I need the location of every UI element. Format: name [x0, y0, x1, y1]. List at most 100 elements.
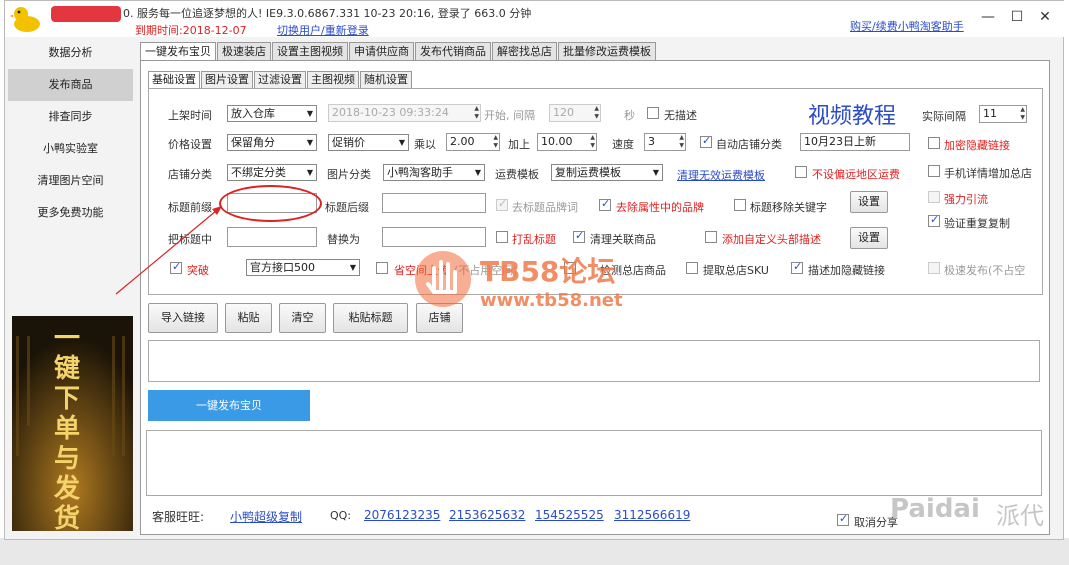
remove-brand-words-label: 去标题品牌词 — [512, 201, 578, 214]
multiply-input[interactable]: 2.00 — [446, 133, 500, 151]
clear-invalid-template-link[interactable]: 清理无效运费模板 — [677, 167, 765, 183]
auto-category-input[interactable]: 10月23日上新 — [800, 133, 910, 151]
promo-banner[interactable]: 一键下单与发货 — [12, 316, 133, 531]
header-settings-button[interactable]: 设置 — [850, 227, 888, 249]
fetch-sku-label: 提取总店SKU — [703, 264, 769, 277]
sidebar-item-clean-images[interactable]: 清理图片空间 — [8, 165, 133, 197]
sidebar-item-data-analysis[interactable]: 数据分析 — [8, 37, 133, 69]
paidai-watermark: Paidai — [890, 494, 980, 524]
replace-with-input[interactable] — [382, 227, 486, 247]
switch-user-link[interactable]: 切换用户/重新登录 — [277, 22, 369, 38]
listing-time-select[interactable]: 放入仓库 — [227, 105, 317, 122]
no-desc-checkbox[interactable] — [647, 107, 659, 119]
clear-button[interactable]: 清空 — [279, 303, 326, 333]
encrypt-link-checkbox[interactable] — [928, 137, 940, 149]
annotation-arrow-icon — [115, 205, 223, 295]
one-click-publish-button[interactable]: 一键发布宝贝 — [148, 390, 310, 421]
tab-fast-shop[interactable]: 极速装店 — [217, 42, 271, 61]
cancel-share-checkbox[interactable] — [837, 512, 849, 526]
subtab-random[interactable]: 随机设置 — [360, 71, 412, 89]
shipping-template-label: 运费模板 — [495, 168, 539, 181]
tab-apply-supplier[interactable]: 申请供应商 — [349, 42, 414, 61]
paidai-cn-watermark: 派代 — [996, 502, 1044, 530]
redacted-username — [51, 6, 121, 22]
remove-keywords-checkbox[interactable] — [734, 199, 746, 211]
subtab-video[interactable]: 主图视频 — [307, 71, 359, 89]
buy-renew-link[interactable]: 购买/续费小鸭淘客助手 — [850, 18, 964, 34]
tab-decrypt-shop[interactable]: 解密找总店 — [492, 42, 557, 61]
real-interval-input[interactable]: 11 — [979, 105, 1027, 123]
tab-one-click-publish[interactable]: 一键发布宝贝 — [140, 42, 216, 61]
shop-category-select[interactable]: 不绑定分类 — [227, 164, 317, 181]
tb58-hand-icon — [415, 251, 471, 307]
qq-number-1[interactable]: 2076123235 — [364, 508, 440, 522]
speed-input[interactable]: 3 — [644, 133, 686, 151]
tab-main-video[interactable]: 设置主图视频 — [272, 42, 348, 61]
service-link[interactable]: 小鸭超级复制 — [230, 508, 302, 525]
datetime-input[interactable]: 2018-10-23 09:33:24 — [328, 104, 481, 122]
shipping-template-select[interactable]: 复制运费模板 — [551, 164, 663, 181]
title-suffix-input[interactable] — [382, 193, 486, 213]
interval-input[interactable]: 120 — [549, 104, 601, 122]
close-button[interactable]: ✕ — [1037, 9, 1053, 25]
image-category-label: 图片分类 — [327, 168, 371, 181]
sub-tabs: 基础设置 图片设置 过滤设置 主图视频 随机设置 — [148, 71, 413, 89]
auto-category-checkbox[interactable] — [700, 134, 712, 148]
subtab-basic[interactable]: 基础设置 — [148, 71, 200, 89]
maximize-button[interactable]: ☐ — [1009, 9, 1025, 25]
link-input-area[interactable] — [148, 340, 1040, 382]
shop-category-label: 店铺分类 — [168, 168, 212, 181]
remove-brand-words-checkbox[interactable] — [496, 197, 508, 211]
sidebar-item-lab[interactable]: 小鸭实验室 — [8, 133, 133, 165]
expire-date: 到期时间:2018-12-07 — [135, 24, 247, 37]
add-label: 加上 — [508, 138, 530, 151]
qq-number-4[interactable]: 3112566619 — [614, 508, 690, 522]
import-link-button[interactable]: 导入链接 — [148, 303, 218, 333]
add-input[interactable]: 10.00 — [537, 133, 597, 151]
titlebar: 0. 服务每一位追逐梦想的人! IE9.3.0.6867.331 10-23 2… — [5, 1, 1065, 37]
api-select[interactable]: 官方接口500 — [246, 259, 360, 276]
paste-title-button[interactable]: 粘贴标题 — [333, 303, 408, 333]
save-upload-checkbox[interactable] — [376, 262, 388, 274]
replace-with-label: 替换为 — [327, 233, 360, 246]
desc-hidden-link-checkbox[interactable] — [791, 260, 803, 274]
seconds-label: 秒 — [624, 109, 635, 122]
tab-publish-agent[interactable]: 发布代销商品 — [415, 42, 491, 61]
qq-number-3[interactable]: 154525525 — [535, 508, 604, 522]
listing-time-label: 上架时间 — [168, 109, 212, 122]
remove-attr-brand-checkbox[interactable] — [599, 197, 611, 211]
shuffle-title-checkbox[interactable] — [496, 231, 508, 243]
clear-related-checkbox[interactable] — [573, 229, 585, 243]
no-remote-label: 不设偏远地区运费 — [812, 168, 900, 181]
keywords-settings-button[interactable]: 设置 — [850, 191, 888, 213]
minimize-button[interactable]: — — [980, 9, 996, 25]
taskbar-strip — [0, 538, 1069, 565]
qq-number-2[interactable]: 2153625632 — [449, 508, 525, 522]
express-publish-checkbox[interactable] — [928, 262, 940, 274]
no-remote-checkbox[interactable] — [795, 166, 807, 178]
video-tutorial-link[interactable]: 视频教程 — [808, 98, 896, 130]
verify-duplicate-checkbox[interactable] — [928, 213, 940, 227]
sidebar-item-sync[interactable]: 排查同步 — [8, 101, 133, 133]
qq-label: QQ: — [330, 509, 352, 522]
tab-shipping-template[interactable]: 批量修改运费模板 — [558, 42, 656, 61]
sidebar-item-publish[interactable]: 发布商品 — [8, 69, 133, 101]
title-middle-input[interactable] — [227, 227, 317, 247]
image-category-select[interactable]: 小鸭淘客助手 — [383, 164, 485, 181]
custom-header-checkbox[interactable] — [705, 231, 717, 243]
desc-hidden-link-label: 描述加隐藏链接 — [808, 264, 885, 277]
fetch-sku-checkbox[interactable] — [686, 262, 698, 274]
paste-button[interactable]: 粘贴 — [225, 303, 272, 333]
remove-keywords-label: 标题移除关键字 — [750, 201, 827, 214]
clear-related-label: 清理关联商品 — [590, 233, 656, 246]
subtab-image[interactable]: 图片设置 — [201, 71, 253, 89]
mobile-detail-checkbox[interactable] — [928, 165, 940, 177]
mobile-detail-label: 手机详情增加总店 — [944, 167, 1032, 180]
log-output-area[interactable] — [146, 430, 1042, 496]
promo-price-select[interactable]: 促销价 — [328, 134, 409, 151]
multiply-label: 乘以 — [414, 138, 436, 151]
force-diversion-checkbox[interactable] — [928, 191, 940, 203]
no-desc-label: 无描述 — [664, 109, 697, 122]
subtab-filter[interactable]: 过滤设置 — [254, 71, 306, 89]
price-select[interactable]: 保留角分 — [227, 134, 317, 151]
